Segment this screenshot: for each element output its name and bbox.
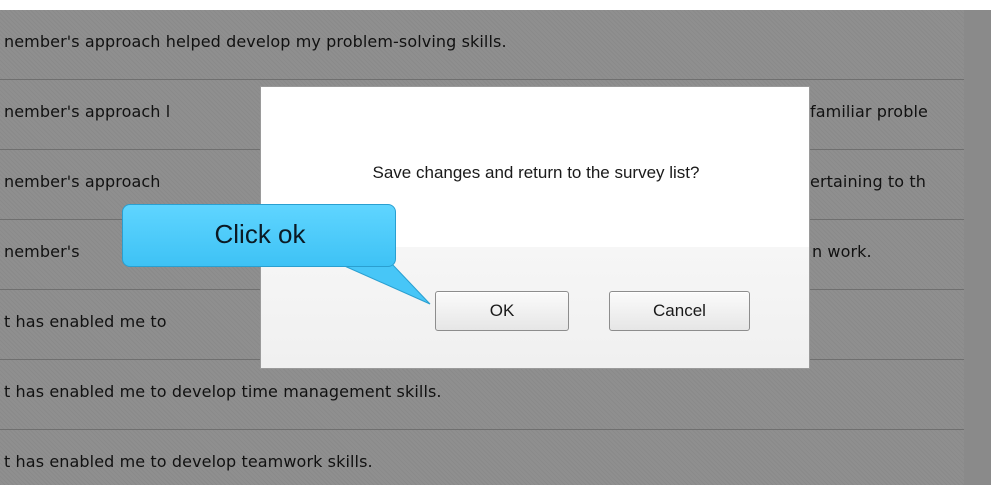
survey-row-text: nember's	[4, 242, 80, 261]
survey-row[interactable]: t has enabled me to develop teamwork ski…	[0, 430, 964, 485]
survey-row-text-right: familiar proble	[810, 102, 928, 121]
dialog-message: Save changes and return to the survey li…	[372, 163, 700, 182]
survey-row-text: nember's approach l	[4, 102, 171, 121]
survey-row-text: nember's approach helped develop my prob…	[4, 32, 507, 51]
survey-row-text-right: ertaining to th	[810, 172, 926, 191]
survey-row[interactable]: nember's approach helped develop my prob…	[0, 10, 964, 80]
cancel-button[interactable]: Cancel	[609, 291, 750, 331]
survey-row-text: t has enabled me to develop teamwork ski…	[4, 452, 373, 471]
ok-button[interactable]: OK	[435, 291, 569, 331]
survey-row[interactable]: t has enabled me to develop time managem…	[0, 360, 964, 430]
survey-row-text-right: n work.	[812, 242, 872, 261]
survey-row-text: t has enabled me to develop time managem…	[4, 382, 442, 401]
survey-row-text: t has enabled me to	[4, 312, 167, 331]
page: nember's approach helped develop my prob…	[0, 0, 991, 485]
survey-row-text: nember's approach	[4, 172, 161, 191]
scroll-edge	[964, 10, 991, 485]
instruction-callout: Click ok	[122, 204, 396, 267]
callout-text: Click ok	[214, 219, 306, 249]
